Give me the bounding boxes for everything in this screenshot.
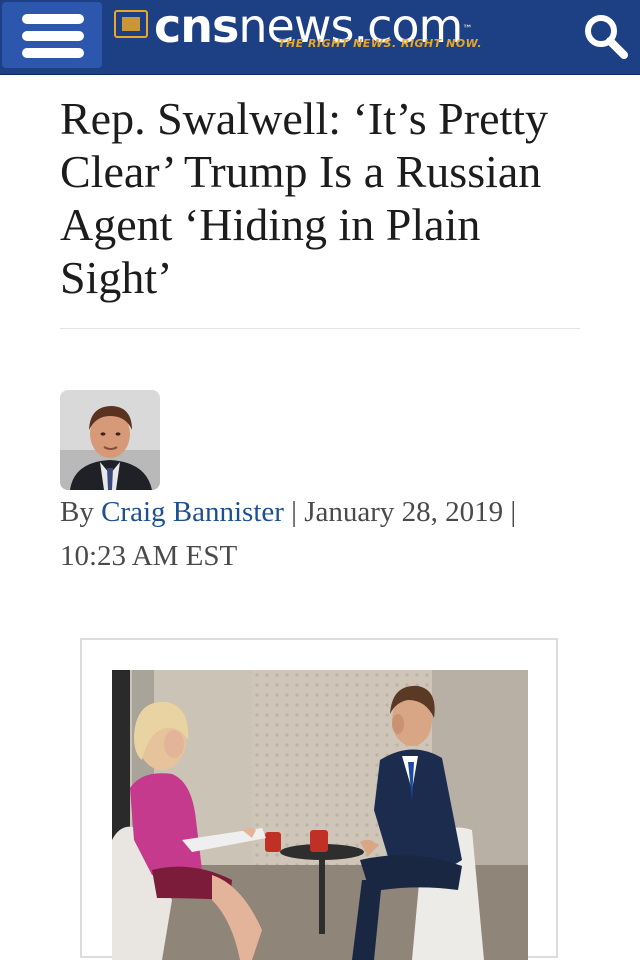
site-header: cnsnews.com™ THE RIGHT NEWS. RIGHT NOW. — [0, 0, 640, 75]
site-tagline: THE RIGHT NEWS. RIGHT NOW. — [278, 37, 483, 50]
author-avatar[interactable] — [60, 390, 160, 490]
article-byline: By Craig Bannister | January 28, 2019 | … — [60, 490, 580, 578]
byline-separator: | — [291, 496, 297, 528]
article-time: 10:23 AM EST — [60, 540, 238, 572]
author-photo — [60, 390, 160, 490]
video-embed[interactable] — [80, 638, 558, 960]
menu-button[interactable] — [2, 2, 102, 68]
search-button[interactable] — [578, 8, 634, 64]
byline-separator: | — [510, 496, 517, 528]
byline-prefix: By — [60, 496, 94, 528]
divider — [60, 328, 580, 329]
article-date: January 28, 2019 — [304, 496, 504, 528]
author-link[interactable]: Craig Bannister — [101, 496, 284, 528]
interview-scene-image — [112, 670, 528, 960]
article-headline: Rep. Swalwell: ‘It’s Pretty Clear’ Trump… — [60, 93, 549, 303]
video-thumbnail[interactable] — [112, 670, 528, 960]
hamburger-menu-icon — [22, 14, 84, 24]
search-icon — [585, 15, 628, 59]
logo-mark-icon — [114, 10, 148, 38]
